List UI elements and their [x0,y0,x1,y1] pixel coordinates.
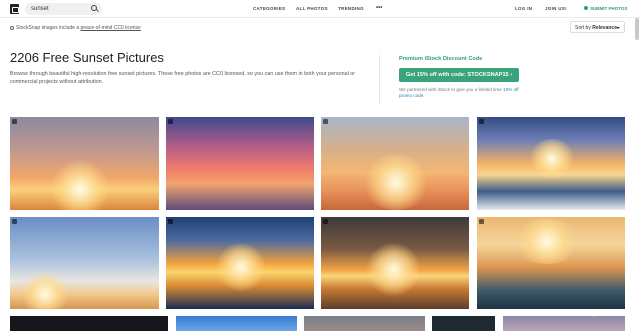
submit-photos-button[interactable]: SUBMIT PHOTOS [584,6,627,11]
watermark: SnapFiles [582,311,611,317]
photo-select-icon[interactable] [479,119,484,124]
user-icon [584,6,588,10]
cc0-icon [10,25,14,30]
sort-dropdown[interactable]: Sort by Relevance [570,21,625,33]
license-link[interactable]: peace-of-mind CC0 license [80,25,140,31]
photo-select-icon[interactable] [168,219,173,224]
photo-tile[interactable] [432,316,495,331]
promo-note: We partnered with iStock to give you a l… [399,87,519,99]
submit-photos-label: SUBMIT PHOTOS [590,6,628,11]
promo-title: Premium iStock Discount Code [399,56,483,62]
photo-tile[interactable] [10,316,168,331]
photo-select-icon[interactable] [323,119,328,124]
license-notice: StockSnap images include a peace-of-mind… [10,25,141,31]
photo-select-icon[interactable] [323,219,328,224]
more-horizontal-icon[interactable]: ••• [376,5,382,11]
photo-select-icon[interactable] [479,219,484,224]
photo-select-icon[interactable] [168,119,173,124]
search-box[interactable] [25,3,102,15]
login-link[interactable]: LOG IN [515,6,532,11]
photo-tile[interactable] [503,316,625,331]
sort-label: Sort by [575,25,591,31]
photo-tile[interactable] [304,316,425,331]
sun-glow [512,219,582,264]
page-title: 2206 Free Sunset Pictures [10,50,164,65]
photo-tile[interactable] [10,217,159,309]
photo-tile[interactable] [176,316,297,331]
photo-tile[interactable] [10,117,159,210]
sort-value: Relevance [592,25,617,31]
photo-tile[interactable] [166,217,314,309]
nav-all-photos[interactable]: ALL PHOTOS [296,6,328,11]
join-link[interactable]: JOIN US! [545,6,567,11]
license-text: StockSnap images include a [16,25,80,31]
divider [379,55,380,103]
sun-glow [527,139,577,179]
sun-glow [20,272,70,309]
photo-select-icon[interactable] [12,219,17,224]
photo-tile[interactable] [166,117,314,210]
nav-trending[interactable]: TRENDING [338,6,364,11]
scrollbar[interactable] [635,18,639,40]
sun-glow [366,242,421,297]
sun-glow [50,159,110,210]
search-input[interactable] [31,4,89,14]
sun-glow [216,242,266,292]
promo-note-text: We partnered with iStock to give you a l… [399,87,502,92]
sun-glow [361,155,431,210]
nav-categories[interactable]: CATEGORIES [253,6,285,11]
top-navigation-bar: CATEGORIES ALL PHOTOS TRENDING ••• LOG I… [0,0,640,18]
chevron-down-icon [616,27,620,29]
search-icon[interactable] [91,5,97,11]
page-description: Browse through beautiful high-resolution… [10,71,356,85]
photo-tile[interactable] [477,217,625,309]
promo-code-button[interactable]: Get 15% off with code: STOCKSNAP15 › [399,68,519,82]
photo-tile[interactable] [321,217,469,309]
stocksnap-logo-icon[interactable] [10,4,19,14]
photo-select-icon[interactable] [12,119,17,124]
photo-tile[interactable] [477,117,625,210]
photo-tile[interactable] [321,117,469,210]
